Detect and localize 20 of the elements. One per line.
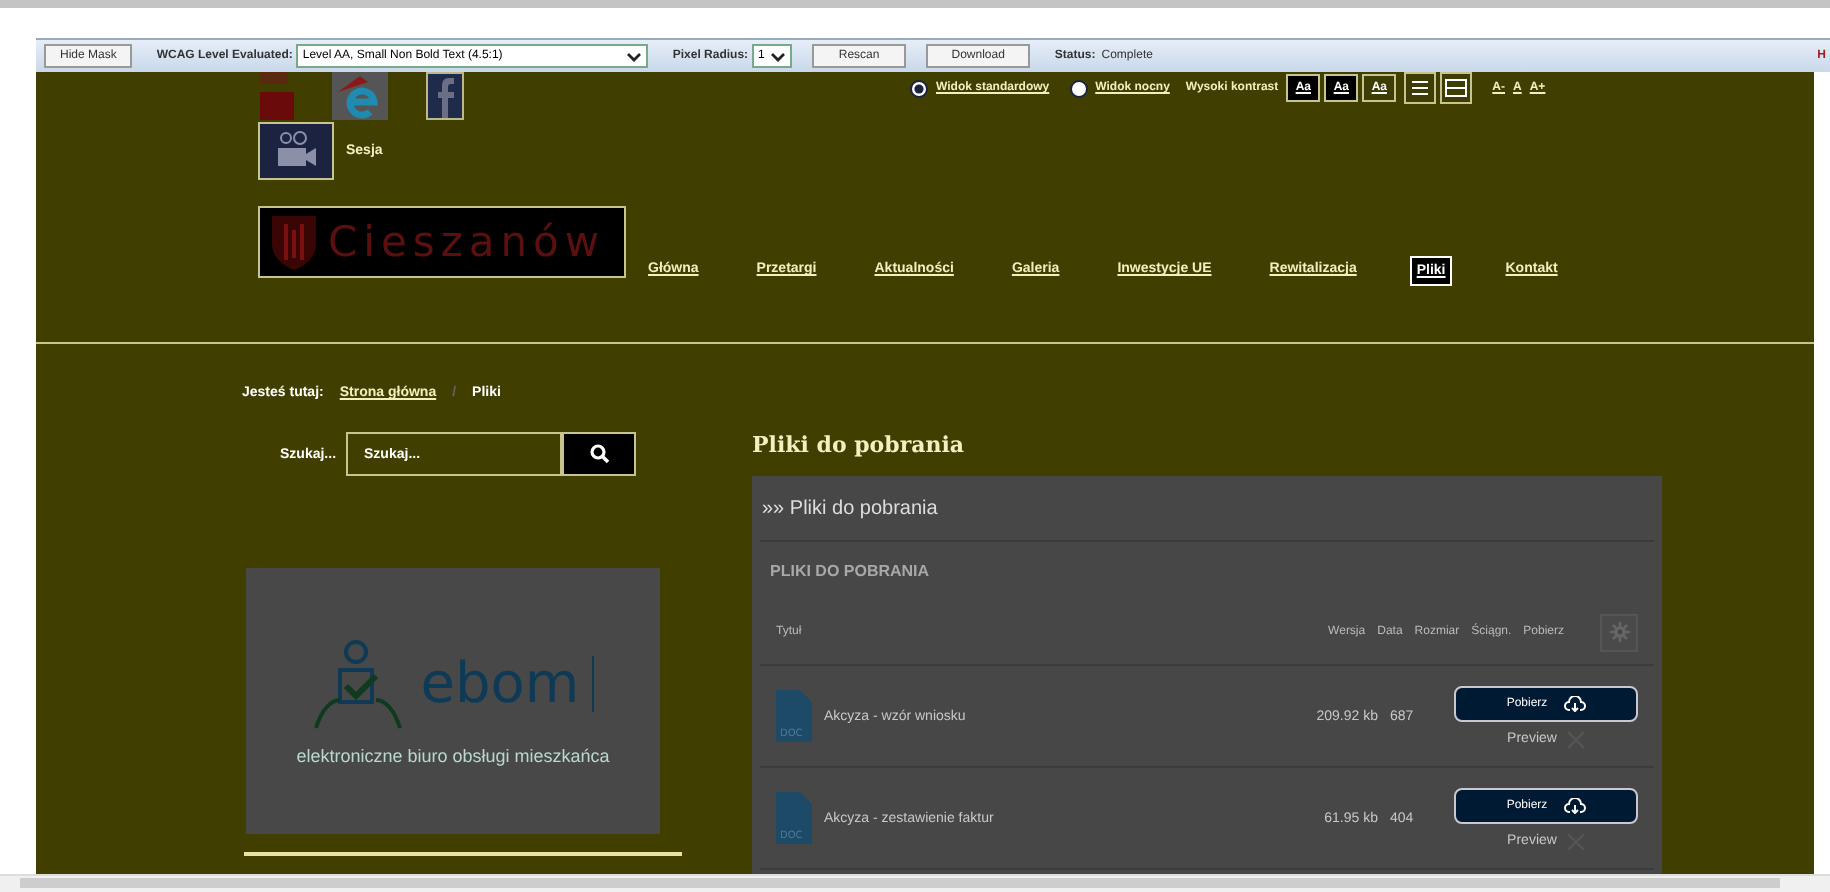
cloud-download-icon xyxy=(1563,797,1586,813)
ebom-subtitle: elektroniczne biuro obsługi mieszkańca xyxy=(296,745,610,765)
radio-button[interactable] xyxy=(1069,79,1088,97)
search-icon xyxy=(589,444,610,464)
search-button[interactable] xyxy=(562,432,637,476)
files-heading: Pliki do pobrania xyxy=(752,432,967,458)
settings-icon xyxy=(1609,622,1629,642)
radio-button[interactable] xyxy=(910,79,928,97)
layout-wide-icon[interactable] xyxy=(1440,72,1473,104)
dropdown-caret-icon xyxy=(770,51,787,61)
section-title: PLIKI DO POBRANIA xyxy=(768,560,932,584)
dropdown-caret-icon xyxy=(626,51,643,61)
video-camera-icon[interactable] xyxy=(258,122,334,180)
coat-of-arms-icon xyxy=(268,212,320,272)
panel-title: »» Pliki do pobrania xyxy=(760,476,1654,542)
ebom-banner[interactable]: ebom elektroniczne biuro obsługi mieszkańca xyxy=(246,568,660,834)
cloud-download-icon xyxy=(1563,695,1586,711)
facebook-icon[interactable] xyxy=(426,72,464,120)
ebom-title: ebom xyxy=(420,650,580,716)
layout-narrow-icon[interactable] xyxy=(1404,72,1437,104)
